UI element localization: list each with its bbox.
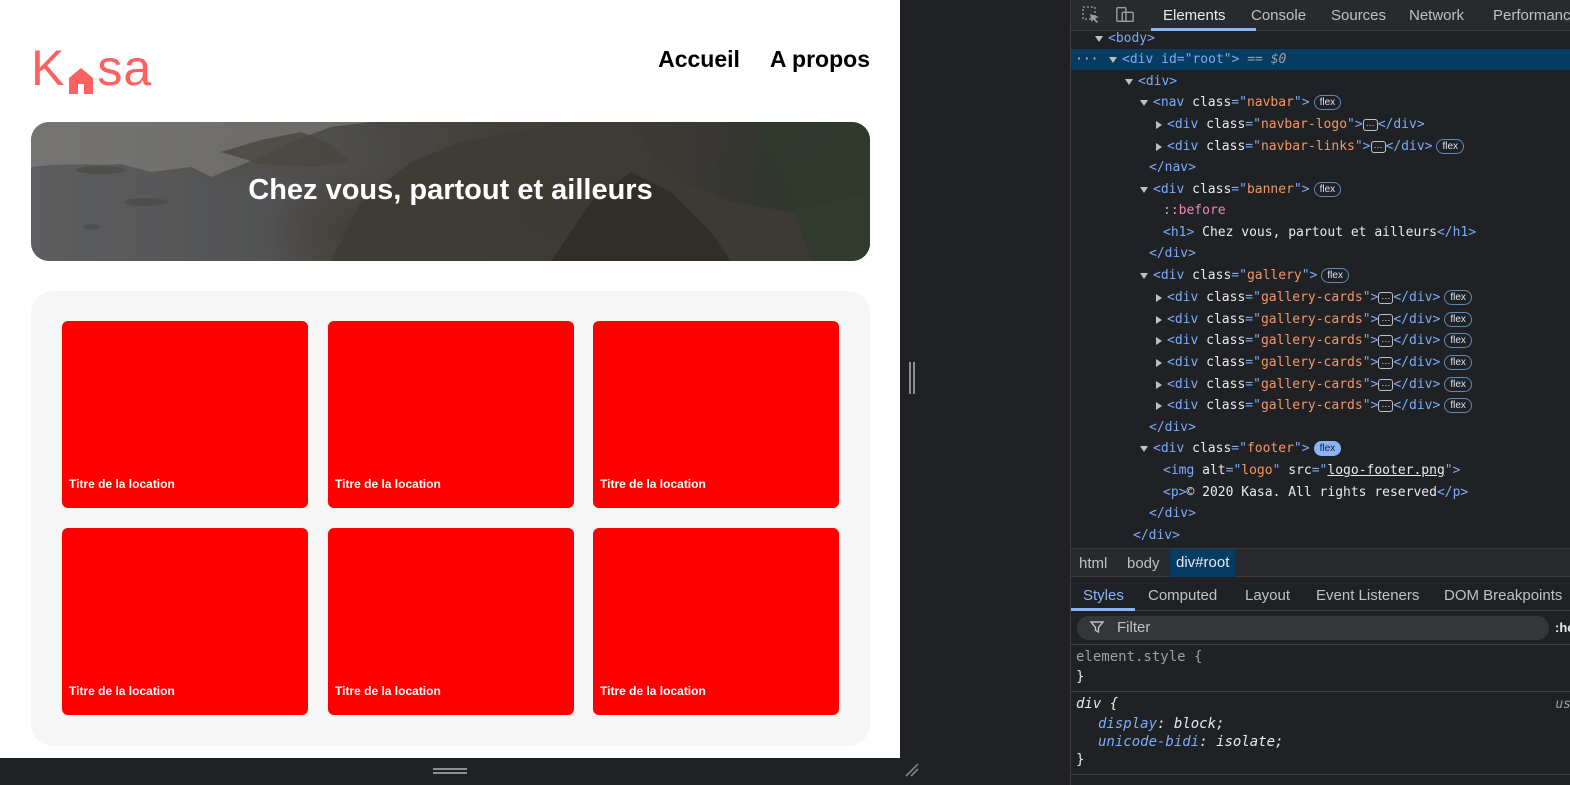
- dom-node-gallery-card[interactable]: <div class="gallery-cards"> ··· </div> flex: [1071, 287, 1570, 308]
- nav-link-home[interactable]: Accueil: [658, 46, 740, 73]
- gallery: Titre de la location Titre de la locatio…: [31, 291, 870, 746]
- styles-tab-bar: Styles Computed Layout Event Listeners D…: [1071, 580, 1570, 611]
- tab-sources[interactable]: Sources: [1331, 7, 1386, 24]
- card-title: Titre de la location: [335, 477, 441, 491]
- dom-node-body[interactable]: <body>: [1071, 31, 1570, 49]
- devtools-panel: Elements Console Sources Network Perform…: [1070, 0, 1570, 785]
- card-title: Titre de la location: [600, 684, 706, 698]
- navbar: K sa Accueil A propos: [31, 40, 870, 96]
- card-title: Titre de la location: [69, 684, 175, 698]
- dom-node-div-close: </div>: [1133, 528, 1180, 543]
- devtools-gap: [900, 0, 1070, 785]
- banner-title: Chez vous, partout et ailleurs: [248, 174, 653, 206]
- dom-node-gallery-card[interactable]: <div class="gallery-cards"> ··· </div> flex: [1071, 352, 1570, 373]
- gallery-card[interactable]: Titre de la location: [593, 528, 839, 715]
- horizontal-resize-handle[interactable]: [909, 362, 915, 394]
- dom-node-gallery-card[interactable]: <div class="gallery-cards"> ··· </div> flex: [1071, 309, 1570, 330]
- gallery-card[interactable]: Titre de la location: [328, 321, 574, 508]
- crumb-root[interactable]: div#root: [1170, 549, 1236, 577]
- dom-node-gallery-card[interactable]: <div class="gallery-cards"> ··· </div> flex: [1071, 374, 1570, 395]
- tab-dom-breakpoints[interactable]: DOM Breakpoints: [1444, 587, 1562, 604]
- vertical-resize-handle[interactable]: [433, 768, 467, 774]
- resize-corner-icon[interactable]: [904, 762, 920, 778]
- dom-node-nav-close: </nav>: [1149, 160, 1196, 175]
- more-options-icon[interactable]: ···: [1075, 49, 1098, 70]
- dom-node-navbar-links[interactable]: <div class="navbar-links"> ··· </div> flex: [1071, 136, 1570, 157]
- hover-state-toggle[interactable]: :ho: [1555, 620, 1570, 635]
- dom-tree: <body> ··· <div id="root"> == $0 <div> <n…: [1071, 31, 1570, 547]
- dom-node-banner[interactable]: <div class="banner"> flex: [1071, 179, 1570, 200]
- banner: Chez vous, partout et ailleurs: [31, 122, 870, 261]
- crumb-body[interactable]: body: [1127, 555, 1160, 572]
- tab-console[interactable]: Console: [1251, 7, 1306, 24]
- filter-icon: [1090, 621, 1104, 634]
- logo-letters-sa: sa: [97, 40, 153, 96]
- rule-divider: [1071, 774, 1570, 775]
- dom-node-div-close: </div>: [1149, 246, 1196, 261]
- dom-node-gallery-card[interactable]: <div class="gallery-cards"> ··· </div> flex: [1071, 330, 1570, 351]
- dom-node-h1[interactable]: <h1> Chez vous, partout et ailleurs</h1>: [1071, 222, 1570, 243]
- tab-elements[interactable]: Elements: [1163, 7, 1226, 24]
- dom-node-gallery-card[interactable]: <div class="gallery-cards"> ··· </div> flex: [1071, 395, 1570, 416]
- breadcrumb: html body div#root: [1071, 548, 1570, 577]
- style-prop-display[interactable]: display: block;: [1098, 714, 1224, 734]
- nav-link-about[interactable]: A propos: [770, 46, 870, 73]
- viewport-bottom-bar: [0, 758, 900, 785]
- styles-pane: element.style { } div { us display: bloc…: [1071, 646, 1570, 785]
- tab-layout[interactable]: Layout: [1245, 587, 1290, 604]
- gallery-card[interactable]: Titre de la location: [62, 528, 308, 715]
- gallery-card[interactable]: Titre de la location: [328, 528, 574, 715]
- active-subtab-indicator: [1071, 608, 1135, 611]
- house-icon: [66, 50, 96, 94]
- style-prop-unicode-bidi[interactable]: unicode-bidi: isolate;: [1098, 732, 1283, 752]
- dom-node-footer[interactable]: <div class="footer"> flex: [1071, 438, 1570, 459]
- kasa-logo[interactable]: K sa: [31, 40, 152, 96]
- filter-row: Filter :ho: [1071, 612, 1570, 645]
- screen: K sa Accueil A propos Chez vous, partout…: [0, 0, 1570, 785]
- logo-letter-k: K: [31, 40, 66, 96]
- dom-node-gallery[interactable]: <div class="gallery"> flex: [1071, 265, 1570, 286]
- rule-close-brace: }: [1076, 669, 1085, 685]
- card-title: Titre de la location: [335, 684, 441, 698]
- page-viewport: K sa Accueil A propos Chez vous, partout…: [0, 0, 900, 758]
- dom-node-div[interactable]: <div>: [1071, 71, 1570, 92]
- dom-node-root[interactable]: ··· <div id="root"> == $0: [1071, 49, 1570, 70]
- gallery-card[interactable]: Titre de la location: [593, 321, 839, 508]
- tab-performance[interactable]: Performance: [1493, 7, 1570, 24]
- navbar-links: Accueil A propos: [658, 46, 870, 73]
- element-style-selector[interactable]: element.style {: [1076, 647, 1202, 667]
- div-rule-selector[interactable]: div {: [1076, 694, 1118, 714]
- gallery-card[interactable]: Titre de la location: [62, 321, 308, 508]
- card-title: Titre de la location: [69, 477, 175, 491]
- styles-filter-input[interactable]: Filter: [1077, 616, 1549, 640]
- rule-divider: [1071, 691, 1570, 692]
- tab-network[interactable]: Network: [1409, 7, 1464, 24]
- dom-node-before[interactable]: ::before: [1071, 200, 1570, 221]
- dom-node-navbar-logo[interactable]: <div class="navbar-logo"> ··· </div>: [1071, 114, 1570, 135]
- dom-node-img[interactable]: <img alt="logo" src="logo-footer.png">: [1071, 460, 1570, 481]
- tab-styles[interactable]: Styles: [1083, 587, 1124, 604]
- filter-placeholder: Filter: [1117, 619, 1151, 636]
- device-toolbar-icon[interactable]: [1115, 5, 1135, 25]
- dom-node-div-close: </div>: [1149, 506, 1196, 521]
- rule-close-brace: }: [1076, 752, 1085, 768]
- dom-node-p[interactable]: <p>© 2020 Kasa. All rights reserved</p>: [1071, 482, 1570, 503]
- dom-node-nav[interactable]: <nav class="navbar"> flex: [1071, 92, 1570, 113]
- inspect-element-icon[interactable]: [1081, 5, 1101, 25]
- tab-event-listeners[interactable]: Event Listeners: [1316, 587, 1419, 604]
- crumb-html[interactable]: html: [1079, 555, 1107, 572]
- dom-node-div-close: </div>: [1149, 420, 1196, 435]
- card-title: Titre de la location: [600, 477, 706, 491]
- tab-computed[interactable]: Computed: [1148, 587, 1217, 604]
- devtools-tab-bar: Elements Console Sources Network Perform…: [1071, 0, 1570, 31]
- user-agent-label: us: [1555, 697, 1570, 712]
